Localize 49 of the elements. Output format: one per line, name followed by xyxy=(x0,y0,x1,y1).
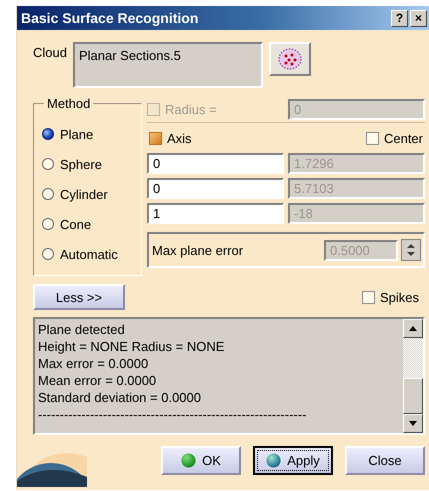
scrollbar[interactable] xyxy=(403,319,423,433)
spinner[interactable] xyxy=(401,239,421,261)
output-field: 1.7296 xyxy=(288,153,425,174)
log-line: Plane detected xyxy=(38,321,126,338)
point-cloud-icon xyxy=(276,47,303,71)
checkbox-label: Radius = xyxy=(165,102,217,116)
log-line: Max error = 0.0000 xyxy=(38,355,150,372)
spin-arrows-icon xyxy=(405,242,417,258)
cloud-field[interactable]: Planar Sections.5 xyxy=(72,42,263,88)
checkbox-label: Center xyxy=(384,130,423,146)
apply-button[interactable]: Apply xyxy=(253,446,333,475)
checkbox-label: Axis xyxy=(167,130,192,146)
radio-button[interactable] xyxy=(42,248,54,260)
radio-label: Cylinder xyxy=(60,186,108,202)
point-cloud-button[interactable] xyxy=(268,42,311,76)
sphere-icon xyxy=(181,453,196,468)
input-field[interactable]: 1 xyxy=(147,203,284,224)
checkbox[interactable] xyxy=(362,290,375,304)
checkbox[interactable] xyxy=(149,132,162,144)
close-button[interactable]: × xyxy=(410,10,427,26)
output-field: 5.7103 xyxy=(288,178,425,199)
radio-label: Plane xyxy=(60,126,94,142)
radio-button[interactable] xyxy=(42,158,54,170)
ok-button[interactable]: OK xyxy=(161,446,241,475)
sphere-icon xyxy=(266,453,282,468)
radio-label: Automatic xyxy=(60,246,118,262)
output-field: -18 xyxy=(288,203,425,224)
less-button[interactable]: Less >> xyxy=(33,284,125,310)
checkbox[interactable] xyxy=(366,132,379,144)
radio-button[interactable] xyxy=(42,128,54,140)
radio-label: Cone xyxy=(60,216,92,232)
log-line: Standard deviation = 0.0000 xyxy=(38,389,202,406)
help-button[interactable]: ? xyxy=(391,10,408,26)
radio-button[interactable] xyxy=(42,188,54,200)
log-line: Height = NONE Radius = NONE xyxy=(38,338,226,355)
input-field[interactable]: 0 xyxy=(147,153,284,174)
group-title: Method xyxy=(46,96,92,111)
log-line: -------------------------------------------------------------- xyxy=(38,406,308,423)
input-field[interactable]: 0 xyxy=(147,178,284,199)
scroll-down-icon xyxy=(409,421,417,426)
radio-label: Sphere xyxy=(60,156,102,172)
radio-button[interactable] xyxy=(42,218,54,230)
checkbox-label: Spikes xyxy=(380,290,419,304)
max-error-label: Max plane error xyxy=(152,242,244,258)
cloud-label: Cloud xyxy=(33,45,67,60)
window-title: Basic Surface Recognition xyxy=(21,10,198,26)
log-line: Mean error = 0.0000 xyxy=(38,372,158,389)
scroll-up-icon xyxy=(409,326,417,331)
close-button[interactable]: Close xyxy=(345,446,425,475)
